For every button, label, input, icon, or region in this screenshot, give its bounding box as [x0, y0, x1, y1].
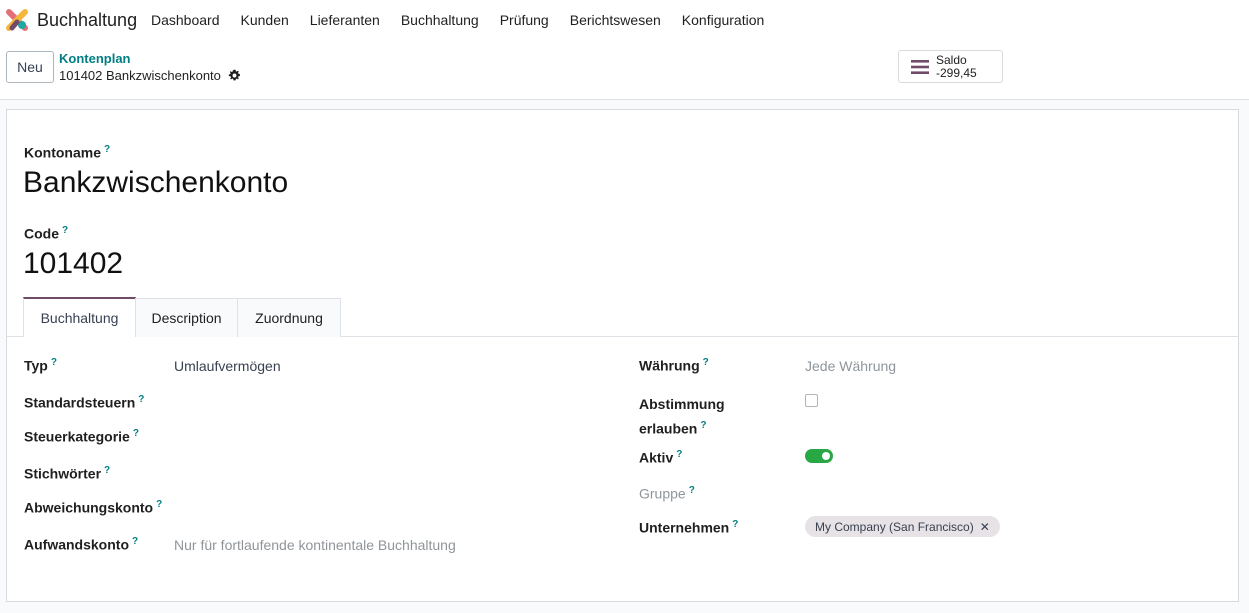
typ-label-text: Typ [24, 357, 48, 374]
menu-lieferanten[interactable]: Lieferanten [310, 12, 380, 28]
unternehmen-label-text: Unternehmen [639, 519, 730, 536]
new-button[interactable]: Neu [6, 51, 54, 83]
record-title: 101402 Bankzwischenkonto [59, 68, 241, 83]
breadcrumb-kontenplan[interactable]: Kontenplan [59, 51, 131, 66]
help-icon[interactable]: ? [732, 519, 738, 530]
gruppe-label-text: Gruppe [639, 485, 686, 502]
help-icon[interactable]: ? [133, 428, 139, 439]
aufwandskonto-label-text: Aufwandskonto [24, 536, 129, 553]
aktiv-label: Aktiv? [639, 449, 682, 466]
notebook-tabs: Buchhaltung Description Zuordnung [7, 297, 1238, 337]
control-panel: Neu Kontenplan 101402 Bankzwischenkonto … [0, 40, 1249, 100]
aufwandskonto-field[interactable]: Nur für fortlaufende kontinentale Buchha… [174, 537, 456, 553]
standardsteuern-label-text: Standardsteuern [24, 394, 136, 411]
unternehmen-tag[interactable]: My Company (San Francisco) ✕ [805, 516, 1000, 537]
unternehmen-tag-label: My Company (San Francisco) [815, 519, 974, 534]
abstimmung-label-line2: erlauben [639, 420, 698, 437]
help-icon[interactable]: ? [703, 357, 709, 368]
typ-label: Typ? [24, 357, 57, 374]
waehrung-label: Währung? [639, 357, 709, 374]
help-icon[interactable]: ? [132, 536, 138, 547]
stichwoerter-label: Stichwörter? [24, 465, 110, 482]
code-field[interactable]: 101402 [23, 247, 123, 281]
unternehmen-label: Unternehmen? [639, 519, 738, 536]
aufwandskonto-label: Aufwandskonto? [24, 536, 138, 553]
stichwoerter-label-text: Stichwörter [24, 465, 102, 482]
abstimmung-label-line1: Abstimmung [639, 396, 725, 412]
menu-berichtswesen[interactable]: Berichtswesen [570, 12, 661, 28]
aktiv-toggle[interactable] [805, 449, 833, 463]
gear-icon[interactable] [228, 69, 241, 82]
help-icon[interactable]: ? [51, 357, 57, 368]
code-label: Code? [24, 225, 68, 242]
account-name-field[interactable]: Bankzwischenkonto [23, 166, 288, 200]
aktiv-label-text: Aktiv [639, 449, 674, 466]
gruppe-label: Gruppe? [639, 485, 695, 502]
saldo-value: -299,45 [936, 65, 977, 80]
waehrung-field[interactable]: Jede Währung [805, 358, 896, 374]
abstimmung-label: Abstimmung erlauben? [639, 394, 725, 440]
menu-dashboard[interactable]: Dashboard [151, 12, 220, 28]
steuerkategorie-label: Steuerkategorie? [24, 428, 139, 445]
help-icon[interactable]: ? [104, 465, 110, 476]
record-title-text: 101402 Bankzwischenkonto [59, 68, 221, 83]
saldo-button[interactable]: Saldo -299,45 [898, 50, 1003, 83]
help-icon[interactable]: ? [156, 499, 162, 510]
help-icon[interactable]: ? [689, 485, 695, 496]
tab-zuordnung[interactable]: Zuordnung [237, 298, 341, 337]
help-icon[interactable]: ? [138, 394, 144, 405]
accounting-app-logo-icon[interactable] [6, 9, 28, 31]
account-name-label-text: Kontoname [24, 144, 101, 161]
form-sheet: Kontoname? Bankzwischenkonto Code? 10140… [6, 109, 1239, 602]
menu-kunden[interactable]: Kunden [241, 12, 289, 28]
steuerkategorie-label-text: Steuerkategorie [24, 428, 130, 445]
abweichungskonto-label: Abweichungskonto? [24, 499, 162, 516]
menu-pruefung[interactable]: Prüfung [500, 12, 549, 28]
close-icon[interactable]: ✕ [980, 520, 990, 534]
standardsteuern-label: Standardsteuern? [24, 394, 144, 411]
help-icon[interactable]: ? [700, 420, 706, 431]
account-name-label: Kontoname? [24, 144, 110, 161]
tab-description[interactable]: Description [135, 298, 238, 337]
help-icon[interactable]: ? [676, 449, 682, 460]
app-name[interactable]: Buchhaltung [37, 10, 137, 31]
code-label-text: Code [24, 225, 59, 242]
saldo-label: Saldo [936, 52, 967, 67]
tab-buchhaltung[interactable]: Buchhaltung [23, 297, 136, 337]
waehrung-label-text: Währung [639, 357, 700, 374]
typ-field[interactable]: Umlaufvermögen [174, 358, 281, 374]
top-navbar: Buchhaltung Dashboard Kunden Lieferanten… [0, 0, 1249, 40]
abweichungskonto-label-text: Abweichungskonto [24, 499, 154, 516]
list-bars-icon [911, 59, 929, 74]
help-icon[interactable]: ? [62, 225, 68, 236]
help-icon[interactable]: ? [104, 144, 110, 155]
menu-buchhaltung[interactable]: Buchhaltung [401, 12, 479, 28]
main-menu: Dashboard Kunden Lieferanten Buchhaltung… [151, 12, 785, 28]
saldo-text: Saldo -299,45 [936, 52, 977, 80]
abstimmung-checkbox[interactable] [805, 394, 818, 407]
menu-konfiguration[interactable]: Konfiguration [682, 12, 765, 28]
